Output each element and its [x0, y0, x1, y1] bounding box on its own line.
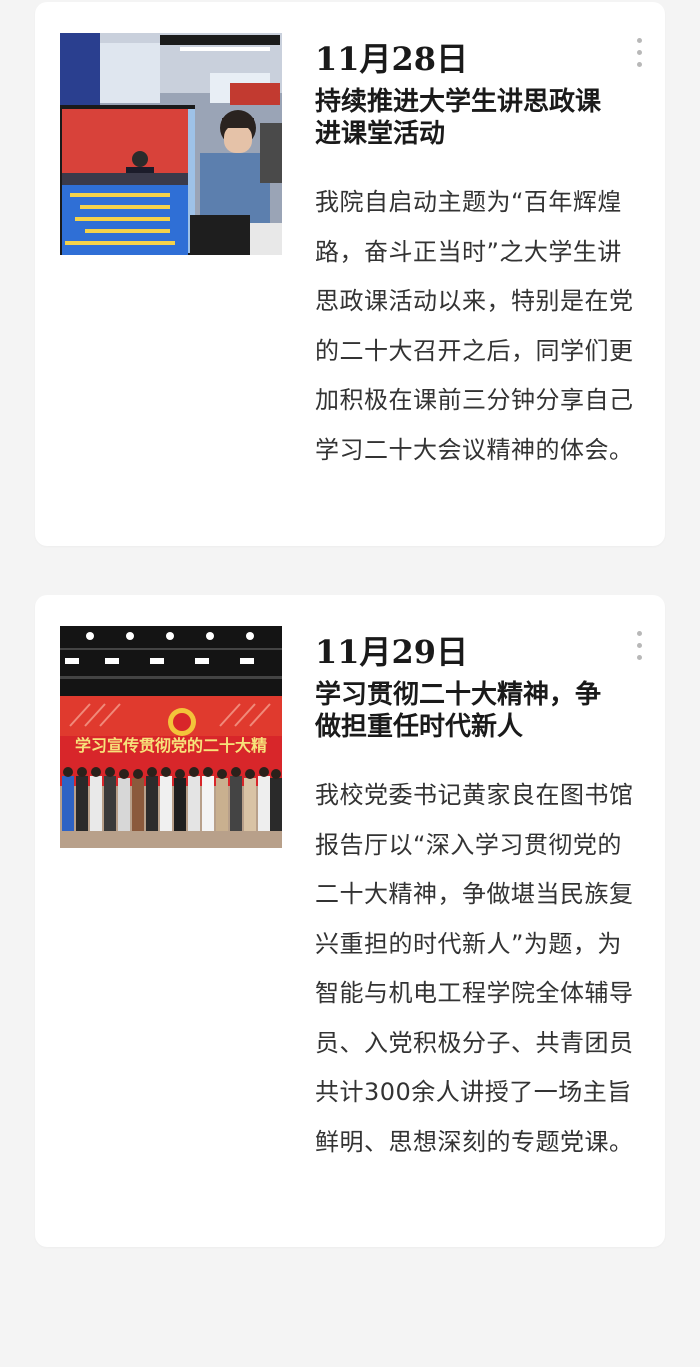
more-vertical-icon[interactable] — [627, 631, 651, 667]
more-vertical-icon[interactable] — [627, 38, 651, 74]
article-card[interactable]: 学习宣传贯彻党的二十大精 11月29日 学习贯彻二十大精神，争做担重任时代新人 … — [35, 595, 665, 1247]
article-title[interactable]: 学习贯彻二十大精神，争做担重任时代新人 — [315, 679, 615, 743]
article-summary: 我校党委书记黄家良在图书馆报告厅以“深入学习贯彻党的二十大精神，争做堪当民族复兴… — [315, 781, 634, 1156]
article-photo-classroom[interactable] — [60, 33, 282, 255]
article-summary: 我院自启动主题为“百年辉煌路，奋斗正当时”之大学生讲思政课活动以来，特别是在党的… — [315, 188, 634, 464]
article-card[interactable]: 11月28日 持续推进大学生讲思政课进课堂活动 我院自启动主题为“百年辉煌路，奋… — [35, 2, 665, 546]
banner-text: 学习宣传贯彻党的二十大精 — [75, 736, 267, 755]
article-photo-group[interactable]: 学习宣传贯彻党的二十大精 — [60, 626, 282, 848]
article-date: 11月29日 — [315, 633, 469, 671]
article-date: 11月28日 — [315, 40, 469, 78]
article-title[interactable]: 持续推进大学生讲思政课进课堂活动 — [315, 86, 615, 150]
